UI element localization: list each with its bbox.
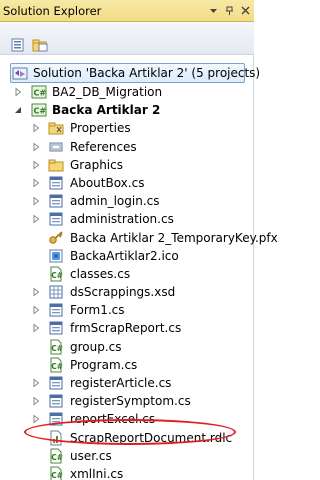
tree-item[interactable]: administration.cs xyxy=(0,210,254,228)
window-controls xyxy=(209,6,250,15)
tree-item-label: AboutBox.cs xyxy=(70,175,145,190)
csharp-file-icon: C# xyxy=(50,357,63,373)
tree-item[interactable]: C# BA2_DB_Migration xyxy=(0,83,254,101)
csharp-file-icon: C# xyxy=(50,266,63,282)
expand-arrow-right-icon[interactable] xyxy=(31,305,41,315)
expand-arrow-right-icon[interactable] xyxy=(31,142,41,152)
window-titlebar: Solution Explorer xyxy=(0,0,254,22)
svg-text:C#: C# xyxy=(51,271,63,280)
tree-item[interactable]: Form1.cs xyxy=(0,301,254,319)
tree-item-label: References xyxy=(70,139,137,154)
expand-arrow-right-icon[interactable] xyxy=(31,287,41,297)
tree-item-label: xmlIni.cs xyxy=(70,466,124,480)
tree-item-label: Backa Artiklar 2_TemporaryKey.pfx xyxy=(70,230,278,245)
tree-item-label: BackaArtiklar2.ico xyxy=(70,248,179,263)
svg-text:C#: C# xyxy=(51,344,63,353)
form-file-icon xyxy=(49,321,63,335)
expand-arrow-right-icon[interactable] xyxy=(31,160,41,170)
csharp-project-icon: C# xyxy=(31,103,47,117)
expand-arrow-down-icon[interactable] xyxy=(13,105,23,115)
tree-item[interactable]: Backa Artiklar 2_TemporaryKey.pfx xyxy=(0,229,278,247)
dropdown-arrow-icon[interactable] xyxy=(209,6,218,15)
solution-tree: Solution 'Backa Artiklar 2' (5 projects)… xyxy=(0,63,278,480)
expand-arrow-right-icon[interactable] xyxy=(31,378,41,388)
tree-item[interactable]: BackaArtiklar2.ico xyxy=(0,247,254,265)
form-file-icon xyxy=(49,303,63,317)
show-all-files-icon[interactable] xyxy=(31,38,49,52)
tree-item[interactable]: registerSymptom.cs xyxy=(0,392,254,410)
tree-item-label: dsScrappings.xsd xyxy=(70,285,176,300)
expand-arrow-right-icon[interactable] xyxy=(31,178,41,188)
window-title: Solution Explorer xyxy=(3,3,102,18)
tree-item-label: group.cs xyxy=(70,339,122,354)
tree-item-label: Backa Artiklar 2 xyxy=(52,103,161,118)
tree-item[interactable]: C# Program.cs xyxy=(0,356,254,374)
tree-item-solution[interactable]: Solution 'Backa Artiklar 2' (5 projects) xyxy=(0,63,260,83)
tree-item-label: administration.cs xyxy=(70,212,174,227)
tree-item[interactable]: C# group.cs xyxy=(0,338,254,356)
form-file-icon xyxy=(49,212,63,226)
tree-item[interactable]: C# Backa Artiklar 2 xyxy=(0,101,254,119)
tree-item-label: Graphics xyxy=(70,157,123,172)
expand-arrow-right-icon[interactable] xyxy=(31,214,41,224)
solution-icon xyxy=(12,67,28,80)
tree-item[interactable]: C# classes.cs xyxy=(0,265,254,283)
expand-arrow-right-icon[interactable] xyxy=(31,396,41,406)
properties-folder-icon xyxy=(48,122,64,135)
tree-item[interactable]: admin_login.cs xyxy=(0,192,254,210)
dataset-icon xyxy=(49,285,63,299)
tree-item[interactable]: References xyxy=(0,138,254,156)
expand-arrow-right-icon[interactable] xyxy=(31,323,41,333)
expand-arrow-right-icon[interactable] xyxy=(31,123,41,133)
key-icon xyxy=(49,230,63,244)
tree-item-label: user.cs xyxy=(70,448,112,463)
tree-item[interactable]: C# xmlIni.cs xyxy=(0,465,254,480)
ico-file-icon xyxy=(49,249,63,263)
expand-arrow-right-icon[interactable] xyxy=(13,87,23,97)
svg-text:C#: C# xyxy=(51,362,63,371)
tree-item-label: registerSymptom.cs xyxy=(70,394,191,409)
tree-item[interactable]: Graphics xyxy=(0,156,254,174)
form-file-icon xyxy=(49,394,63,408)
tree-item[interactable]: registerArticle.cs xyxy=(0,374,254,392)
properties-icon[interactable] xyxy=(9,38,27,52)
tree-item-label: Properties xyxy=(70,121,131,136)
csharp-project-icon: C# xyxy=(31,85,47,99)
tree-item-label: frmScrapReport.cs xyxy=(70,321,182,336)
svg-text:C#: C# xyxy=(34,89,47,98)
svg-text:C#: C# xyxy=(51,453,63,462)
svg-text:C#: C# xyxy=(51,471,63,480)
tree-item-label: Program.cs xyxy=(70,357,138,372)
form-file-icon xyxy=(49,176,63,190)
tree-item[interactable]: C# user.cs xyxy=(0,447,254,465)
folder-icon xyxy=(48,159,64,172)
tree-item-label: Solution 'Backa Artiklar 2' (5 projects) xyxy=(33,66,261,80)
tree-item-label: classes.cs xyxy=(70,266,131,281)
expand-arrow-right-icon[interactable] xyxy=(31,196,41,206)
references-icon xyxy=(49,142,63,152)
tree-item-label: BA2_DB_Migration xyxy=(52,85,163,99)
csharp-file-icon: C# xyxy=(50,339,63,355)
tree-item[interactable]: dsScrappings.xsd xyxy=(0,283,254,301)
svg-text:C#: C# xyxy=(34,107,47,116)
csharp-file-icon: C# xyxy=(50,448,63,464)
csharp-file-icon: C# xyxy=(50,466,63,480)
pin-icon[interactable] xyxy=(225,6,234,15)
tree-item[interactable]: AboutBox.cs xyxy=(0,174,254,192)
annotation-highlight-oval xyxy=(24,419,236,445)
tree-item[interactable]: Properties xyxy=(0,119,254,137)
expand-arrow-right-icon[interactable] xyxy=(31,414,41,424)
tree-item[interactable]: frmScrapReport.cs xyxy=(0,319,254,337)
form-file-icon xyxy=(49,376,63,390)
close-icon[interactable] xyxy=(241,6,250,15)
form-file-icon xyxy=(49,194,63,208)
tree-item-label: admin_login.cs xyxy=(70,194,160,209)
tree-item-label: Form1.cs xyxy=(70,303,125,318)
tree-item-label: registerArticle.cs xyxy=(70,376,172,390)
toolbar xyxy=(0,22,254,55)
